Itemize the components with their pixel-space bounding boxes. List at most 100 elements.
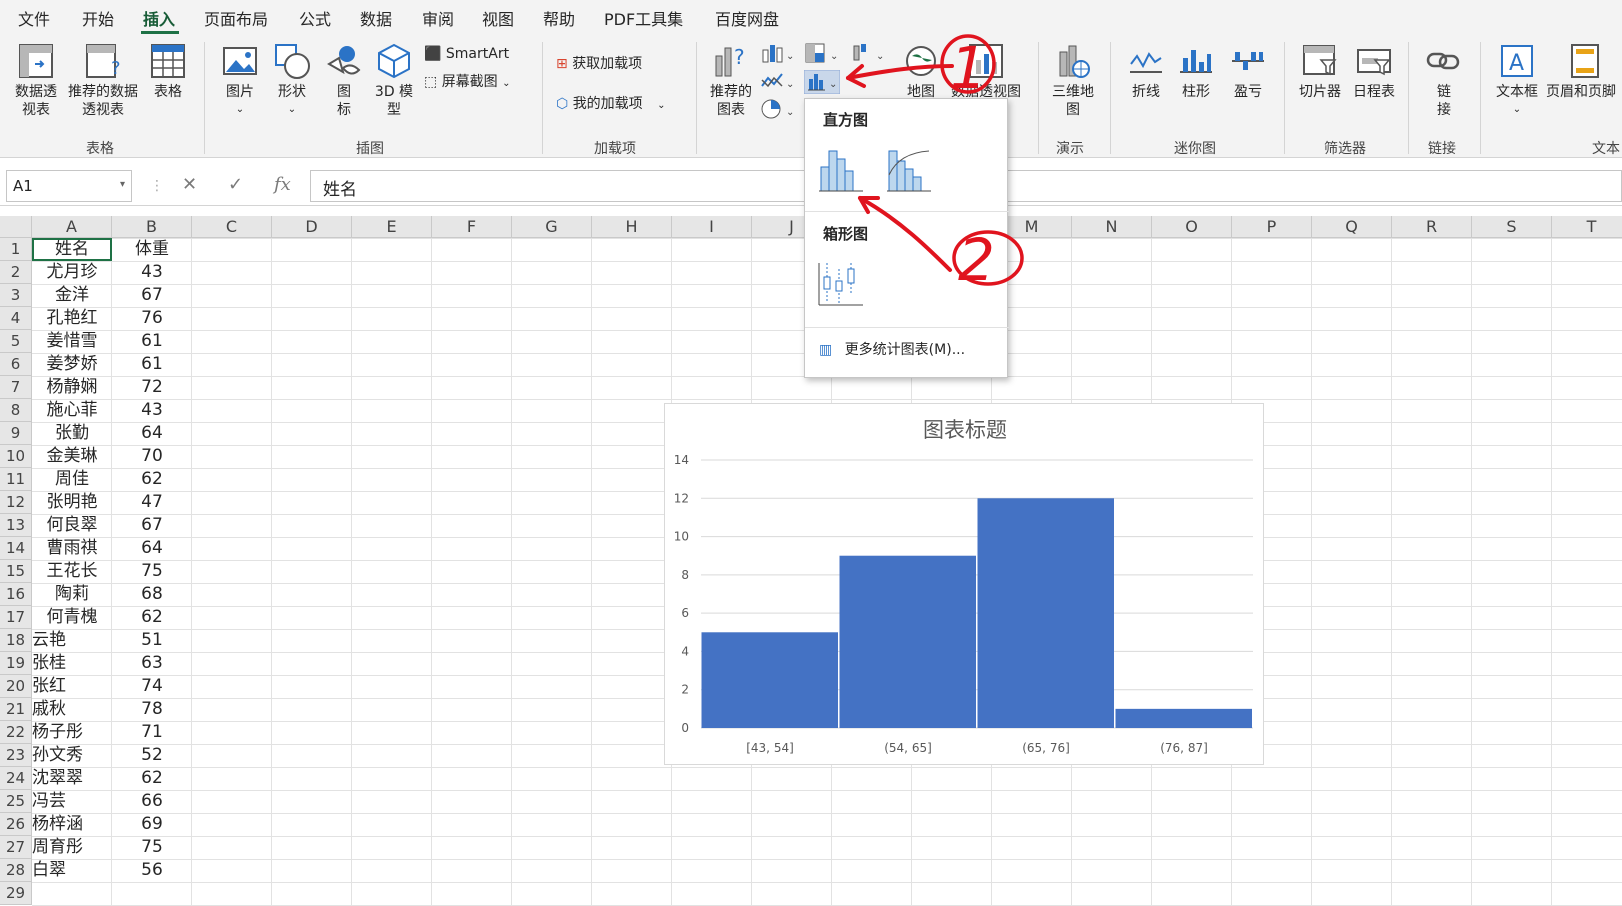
column-header-g[interactable]: G — [512, 216, 592, 238]
row-header[interactable]: 16 — [0, 583, 32, 606]
cell-weight[interactable]: 76 — [112, 307, 192, 330]
cell-weight[interactable]: 67 — [112, 284, 192, 307]
cell-weight[interactable]: 68 — [112, 583, 192, 606]
row-header[interactable]: 24 — [0, 767, 32, 790]
screenshot-button[interactable]: ⬚ 屏幕截图 ⌄ — [424, 72, 511, 94]
cell-weight[interactable]: 62 — [112, 606, 192, 629]
histogram-bar[interactable] — [839, 555, 977, 728]
tab-pdf-tools[interactable]: PDF工具集 — [604, 6, 683, 30]
row-header[interactable]: 8 — [0, 399, 32, 422]
cell-weight[interactable]: 47 — [112, 491, 192, 514]
get-addins-button[interactable]: ⊞ 获取加载项 — [556, 54, 642, 74]
cell-weight[interactable]: 75 — [112, 560, 192, 583]
column-header-e[interactable]: E — [352, 216, 432, 238]
tab-help[interactable]: 帮助 — [543, 6, 575, 30]
row-header[interactable]: 20 — [0, 675, 32, 698]
cell-name[interactable]: 张勤 — [32, 422, 112, 445]
shapes-button[interactable]: 形状 ⌄ — [270, 42, 314, 119]
tab-page-layout[interactable]: 页面布局 — [204, 6, 268, 30]
more-statistic-charts[interactable]: ▥ 更多统计图表(M)... — [819, 339, 965, 359]
cell-weight[interactable]: 43 — [112, 261, 192, 284]
cell-name[interactable]: 曹雨祺 — [32, 537, 112, 560]
cell-name[interactable]: 张红 — [32, 675, 112, 698]
cancel-icon[interactable]: ✕ — [182, 174, 197, 195]
cell-weight[interactable]: 63 — [112, 652, 192, 675]
cell-name[interactable]: 金洋 — [32, 284, 112, 307]
timeline-button[interactable]: 日程表 — [1350, 42, 1398, 101]
tab-review[interactable]: 审阅 — [422, 6, 454, 30]
tab-insert[interactable]: 插入 — [143, 6, 175, 30]
row-header[interactable]: 23 — [0, 744, 32, 767]
column-header-o[interactable]: O — [1152, 216, 1232, 238]
row-header[interactable]: 12 — [0, 491, 32, 514]
tab-view[interactable]: 视图 — [482, 6, 514, 30]
picture-button[interactable]: 图片 ⌄ — [218, 42, 262, 119]
cell-weight[interactable]: 43 — [112, 399, 192, 422]
cell-name[interactable]: 孔艳红 — [32, 307, 112, 330]
cell-name[interactable]: 王花长 — [32, 560, 112, 583]
header-footer-button[interactable]: 页眉和页脚 — [1546, 42, 1622, 101]
cell-name[interactable]: 姜惜雪 — [32, 330, 112, 353]
row-header[interactable]: 17 — [0, 606, 32, 629]
cell-weight[interactable]: 67 — [112, 514, 192, 537]
cell-name[interactable]: 张桂 — [32, 652, 112, 675]
pareto-option[interactable] — [885, 145, 935, 195]
tab-file[interactable]: 文件 — [18, 6, 50, 30]
cell-name[interactable]: 孙文秀 — [32, 744, 112, 767]
column-header-t[interactable]: T — [1552, 216, 1622, 238]
link-button[interactable]: 链接 — [1422, 42, 1466, 119]
row-header[interactable]: 14 — [0, 537, 32, 560]
cell-weight[interactable]: 70 — [112, 445, 192, 468]
row-header[interactable]: 19 — [0, 652, 32, 675]
cell-weight[interactable]: 61 — [112, 353, 192, 376]
cell-name[interactable]: 戚秋 — [32, 698, 112, 721]
cell-name[interactable]: 施心菲 — [32, 399, 112, 422]
histogram-chart[interactable]: 图表标题 0 2 4 6 8 10 12 14 [43, 54] (54, 65] (65, 76]… — [664, 403, 1264, 765]
sparkline-column-button[interactable]: 柱形 — [1174, 42, 1218, 101]
cell-name[interactable]: 白翠 — [32, 859, 112, 882]
row-header[interactable]: 26 — [0, 813, 32, 836]
column-header-q[interactable]: Q — [1312, 216, 1392, 238]
column-header-h[interactable]: H — [592, 216, 672, 238]
box-whisker-option[interactable] — [817, 259, 867, 309]
row-header[interactable]: 3 — [0, 284, 32, 307]
cell-name[interactable]: 杨子彤 — [32, 721, 112, 744]
slicer-button[interactable]: 切片器 — [1296, 42, 1344, 101]
column-header-f[interactable]: F — [432, 216, 512, 238]
cell-name[interactable]: 何良翠 — [32, 514, 112, 537]
row-header[interactable]: 9 — [0, 422, 32, 445]
icons-button[interactable]: 图标 — [322, 42, 366, 119]
cell-name[interactable]: 姜梦娇 — [32, 353, 112, 376]
row-header[interactable]: 18 — [0, 629, 32, 652]
line-chart-icon[interactable]: ⌄ — [760, 70, 796, 92]
column-header-d[interactable]: D — [272, 216, 352, 238]
histogram-bar[interactable] — [1115, 708, 1253, 728]
row-header[interactable]: 10 — [0, 445, 32, 468]
column-header-r[interactable]: R — [1392, 216, 1472, 238]
column-header-i[interactable]: I — [672, 216, 752, 238]
cell-name[interactable]: 尤月珍 — [32, 261, 112, 284]
my-addins-button[interactable]: ⬡ 我的加载项 ⌄ — [556, 94, 666, 116]
cell-name[interactable]: 杨梓涵 — [32, 813, 112, 836]
row-header[interactable]: 15 — [0, 560, 32, 583]
cell-weight[interactable]: 62 — [112, 767, 192, 790]
tab-formulas[interactable]: 公式 — [299, 6, 331, 30]
row-header[interactable]: 27 — [0, 836, 32, 859]
row-header[interactable]: 5 — [0, 330, 32, 353]
row-header[interactable]: 22 — [0, 721, 32, 744]
tab-baidu-netdisk[interactable]: 百度网盘 — [715, 6, 779, 30]
recommended-charts-button[interactable]: ? 推荐的图表 — [706, 42, 756, 119]
pivot-table-button[interactable]: 数据透视表 — [10, 42, 62, 119]
cell-weight[interactable]: 64 — [112, 422, 192, 445]
smartart-button[interactable]: ⬛ SmartArt — [424, 44, 509, 64]
cell-name[interactable]: 何青槐 — [32, 606, 112, 629]
cell-weight[interactable]: 52 — [112, 744, 192, 767]
cell-name[interactable]: 沈翠翠 — [32, 767, 112, 790]
3d-models-button[interactable]: 3D 模型 — [372, 42, 416, 119]
cell-name[interactable]: 周佳 — [32, 468, 112, 491]
name-box[interactable]: A1 ▾ — [6, 170, 132, 202]
3d-map-button[interactable]: 三维地图 — [1050, 42, 1096, 119]
insert-function-icon[interactable]: fx — [274, 174, 291, 195]
cell-name[interactable]: 陶莉 — [32, 583, 112, 606]
textbox-button[interactable]: A 文本框 ⌄ — [1490, 42, 1544, 119]
